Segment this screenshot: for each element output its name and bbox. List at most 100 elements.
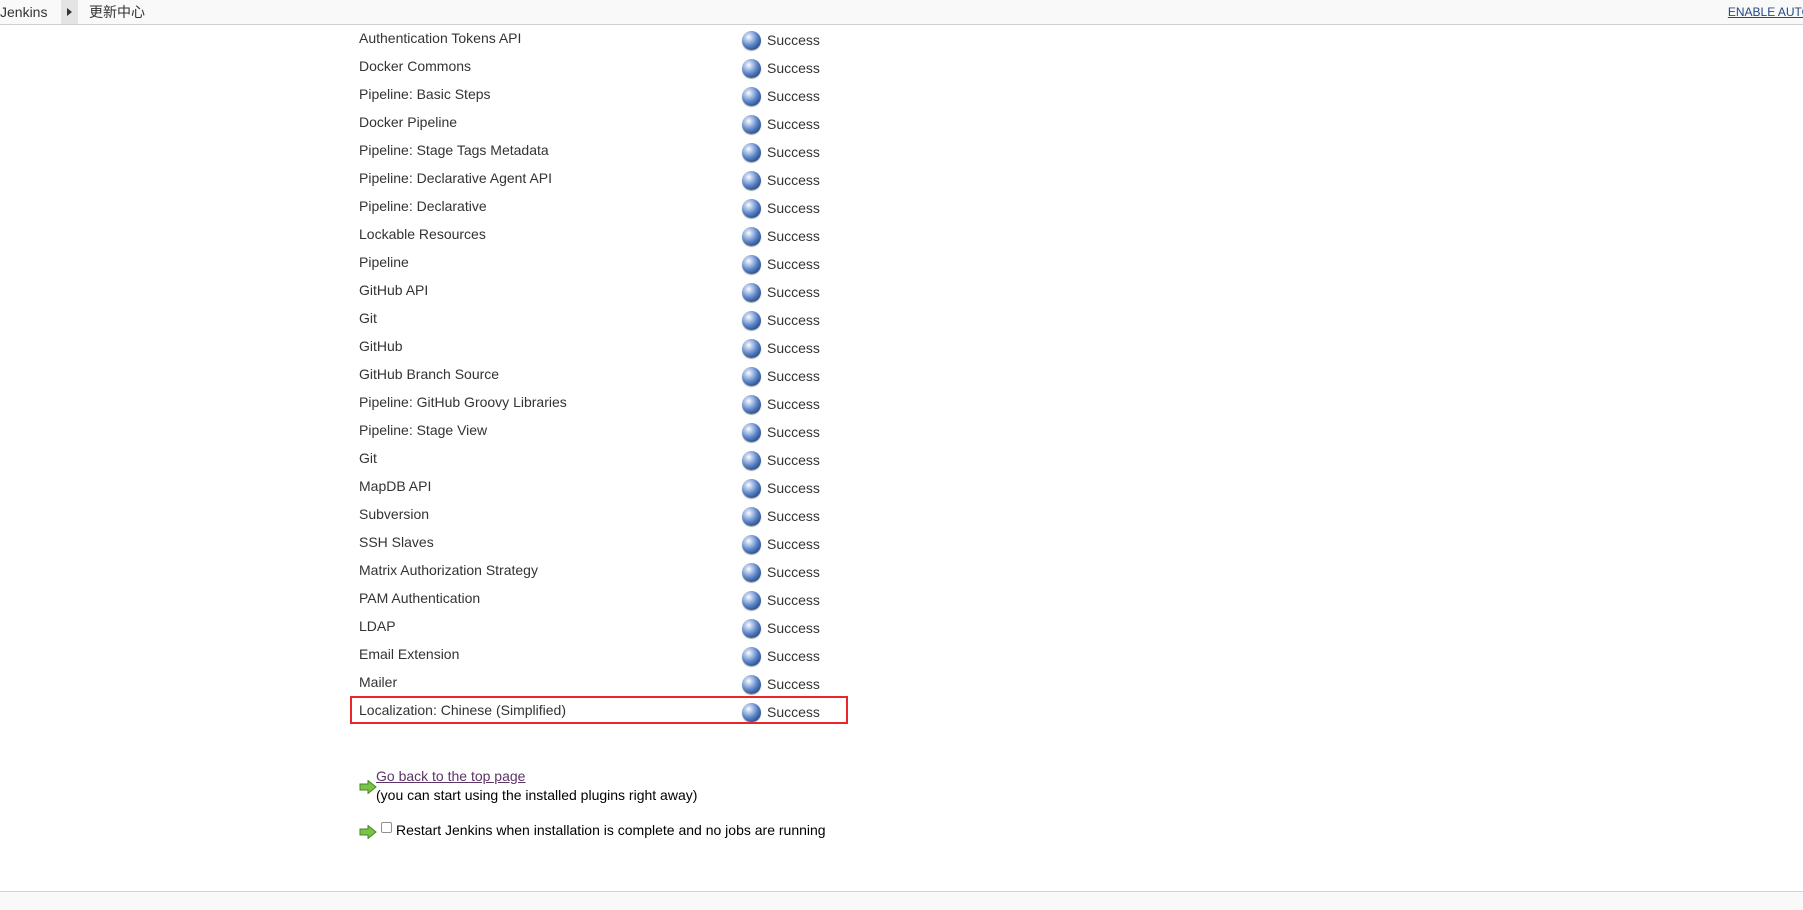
green-arrow-icon	[359, 780, 377, 794]
plugin-row: Docker Pipeline Success	[0, 109, 1803, 137]
plugin-status: Success	[767, 592, 820, 608]
plugin-row: GitHub Success	[0, 333, 1803, 361]
plugin-status: Success	[767, 480, 820, 496]
restart-jenkins-checkbox[interactable]	[381, 822, 392, 833]
blue-ball-icon	[742, 311, 761, 330]
blue-ball-icon	[742, 143, 761, 162]
plugin-row: Pipeline: Stage Tags Metadata Success	[0, 137, 1803, 165]
blue-ball-icon	[742, 199, 761, 218]
breadcrumb: Jenkins 更新中心 ENABLE AUTO R	[0, 0, 1803, 25]
plugin-name: Pipeline: Declarative Agent API	[359, 170, 553, 186]
plugin-name: GitHub	[359, 338, 403, 354]
blue-ball-icon	[742, 339, 761, 358]
plugin-name: Matrix Authorization Strategy	[359, 562, 538, 578]
plugin-status: Success	[767, 60, 820, 76]
plugin-row: GitHub Branch Source Success	[0, 361, 1803, 389]
plugin-row: Pipeline: Declarative Success	[0, 193, 1803, 221]
blue-ball-icon	[742, 115, 761, 134]
plugin-status: Success	[767, 172, 820, 188]
plugin-name: LDAP	[359, 618, 396, 634]
plugin-status: Success	[767, 620, 820, 636]
plugin-row: Matrix Authorization Strategy Success	[0, 557, 1803, 585]
blue-ball-icon	[742, 395, 761, 414]
plugin-name: MapDB API	[359, 478, 432, 494]
blue-ball-icon	[742, 31, 761, 50]
plugin-row: Pipeline: GitHub Groovy Libraries Success	[0, 389, 1803, 417]
plugin-row: Lockable Resources Success	[0, 221, 1803, 249]
plugin-status: Success	[767, 676, 820, 692]
plugin-row: LDAP Success	[0, 613, 1803, 641]
blue-ball-icon	[742, 535, 761, 554]
plugin-name: Authentication Tokens API	[359, 30, 522, 46]
blue-ball-icon	[742, 675, 761, 694]
plugin-row: Subversion Success	[0, 501, 1803, 529]
plugin-name: Pipeline: Declarative	[359, 198, 487, 214]
plugin-status: Success	[767, 452, 820, 468]
plugin-name: SSH Slaves	[359, 534, 434, 550]
go-back-note: (you can start using the installed plugi…	[376, 787, 698, 803]
plugin-name: Email Extension	[359, 646, 460, 662]
plugin-row: Mailer Success	[0, 669, 1803, 697]
plugin-row: Authentication Tokens API Success	[0, 25, 1803, 53]
blue-ball-icon	[742, 227, 761, 246]
blue-ball-icon	[742, 367, 761, 386]
enable-auto-refresh-link[interactable]: ENABLE AUTO R	[1728, 0, 1803, 24]
blue-ball-icon	[742, 647, 761, 666]
plugin-name: PAM Authentication	[359, 590, 481, 606]
blue-ball-icon	[742, 59, 761, 78]
plugin-name: Pipeline: Stage View	[359, 422, 488, 438]
breadcrumb-update-center-link[interactable]: 更新中心	[89, 0, 145, 24]
go-back-top-page-link[interactable]: Go back to the top page	[376, 768, 525, 784]
blue-ball-icon	[742, 507, 761, 526]
breadcrumb-menu-toggle[interactable]	[61, 0, 78, 24]
blue-ball-icon	[742, 283, 761, 302]
plugin-name: Pipeline: Basic Steps	[359, 86, 491, 102]
plugin-row: Docker Commons Success	[0, 53, 1803, 81]
green-arrow-icon	[359, 825, 377, 839]
plugin-status: Success	[767, 256, 820, 272]
blue-ball-icon	[742, 451, 761, 470]
caret-right-icon	[67, 8, 72, 16]
plugin-name: Lockable Resources	[359, 226, 486, 242]
plugin-status: Success	[767, 144, 820, 160]
plugin-status: Success	[767, 396, 820, 412]
plugin-row: Email Extension Success	[0, 641, 1803, 669]
plugin-row: Git Success	[0, 445, 1803, 473]
plugin-row: SSH Slaves Success	[0, 529, 1803, 557]
plugin-name: GitHub Branch Source	[359, 366, 500, 382]
plugin-status: Success	[767, 88, 820, 104]
plugin-status: Success	[767, 284, 820, 300]
plugin-name: Git	[359, 310, 377, 326]
plugin-row: Git Success	[0, 305, 1803, 333]
plugin-status: Success	[767, 368, 820, 384]
plugin-name: Git	[359, 450, 377, 466]
plugin-row: Pipeline: Basic Steps Success	[0, 81, 1803, 109]
blue-ball-icon	[742, 171, 761, 190]
blue-ball-icon	[742, 423, 761, 442]
plugin-row: PAM Authentication Success	[0, 585, 1803, 613]
plugin-name: Subversion	[359, 506, 430, 522]
page-footer	[0, 891, 1803, 910]
blue-ball-icon	[742, 619, 761, 638]
plugin-name: Mailer	[359, 674, 398, 690]
plugin-row: Pipeline Success	[0, 249, 1803, 277]
plugin-name: Pipeline: GitHub Groovy Libraries	[359, 394, 567, 410]
plugin-name: GitHub API	[359, 282, 429, 298]
plugin-row: Pipeline: Stage View Success	[0, 417, 1803, 445]
plugin-status: Success	[767, 424, 820, 440]
plugin-status: Success	[767, 200, 820, 216]
breadcrumb-jenkins-link[interactable]: Jenkins	[0, 0, 47, 24]
plugin-status: Success	[767, 312, 820, 328]
blue-ball-icon	[742, 255, 761, 274]
plugin-row: MapDB API Success	[0, 473, 1803, 501]
plugin-row: Pipeline: Declarative Agent API Success	[0, 165, 1803, 193]
restart-jenkins-label[interactable]: Restart Jenkins when installation is com…	[396, 822, 826, 838]
plugin-status: Success	[767, 564, 820, 580]
plugin-status: Success	[767, 228, 820, 244]
plugin-row: GitHub API Success	[0, 277, 1803, 305]
plugin-name: Pipeline: Stage Tags Metadata	[359, 142, 549, 158]
blue-ball-icon	[742, 87, 761, 106]
plugin-status: Success	[767, 536, 820, 552]
plugin-row: Localization: Chinese (Simplified) Succes…	[0, 697, 1803, 725]
blue-ball-icon	[742, 591, 761, 610]
